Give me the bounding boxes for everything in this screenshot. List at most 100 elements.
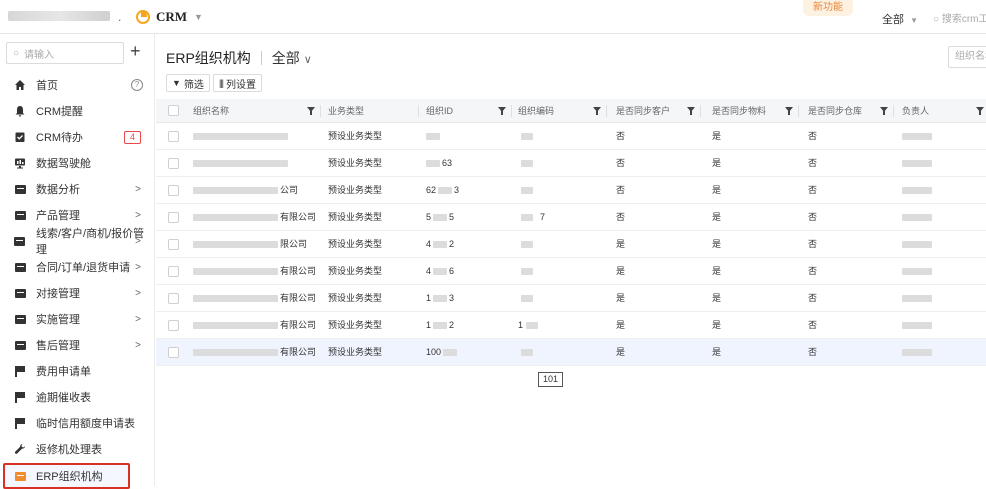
column-header-org-code[interactable]: 组织编码 xyxy=(518,99,554,123)
redacted-owner xyxy=(902,349,932,356)
brand-logo[interactable] xyxy=(8,11,110,21)
org-name-search-input[interactable]: 组织名称 xyxy=(948,46,986,68)
redacted-org-name xyxy=(193,295,278,302)
chevron-down-icon: ▼ xyxy=(910,16,918,25)
org-name-cell[interactable]: 限公司 xyxy=(280,231,307,258)
scope-label: 全部 xyxy=(882,14,904,26)
column-header-sync-customer[interactable]: 是否同步客户 xyxy=(616,99,670,123)
sidebar-item-expense-request[interactable]: 费用申请单 xyxy=(0,358,155,384)
sidebar-item-contracts-orders[interactable]: 合同/订单/退货申请 > xyxy=(0,254,155,280)
sidebar-item-label: 首页 xyxy=(36,80,58,92)
org-name-cell[interactable]: 公司 xyxy=(280,177,298,204)
row-checkbox[interactable] xyxy=(168,131,179,142)
column-header-biz-type[interactable]: 业务类型 xyxy=(328,99,364,123)
row-checkbox[interactable] xyxy=(168,212,179,223)
help-icon[interactable]: ? xyxy=(131,79,143,91)
sidebar-item-temp-credit[interactable]: 临时信用额度申请表 xyxy=(0,410,155,436)
org-name-cell[interactable]: 有限公司 xyxy=(280,258,316,285)
filter-icon[interactable] xyxy=(307,107,315,115)
sidebar-search-input[interactable]: ○ 请输入 xyxy=(6,42,124,64)
page-title: ERP组织机构 xyxy=(166,50,251,66)
table-row[interactable]: 有限公司 预设业务类型 5 5 7 否 是 否 xyxy=(156,204,986,231)
sidebar-item-label: 逾期催收表 xyxy=(36,392,91,404)
filter-icon[interactable] xyxy=(593,107,601,115)
row-checkbox[interactable] xyxy=(168,320,179,331)
row-checkbox[interactable] xyxy=(168,239,179,250)
column-header-org-name[interactable]: 组织名称 xyxy=(193,99,229,123)
table-row[interactable]: 预设业务类型 63 否 是 否 xyxy=(156,150,986,177)
redacted-owner xyxy=(902,322,932,329)
sidebar-item-label: 返修机处理表 xyxy=(36,444,102,456)
sidebar-item-overdue-collection[interactable]: 逾期催收表 xyxy=(0,384,155,410)
org-name-cell[interactable]: 有限公司 xyxy=(280,204,316,231)
brand-separator: . xyxy=(118,10,122,24)
sidebar-search-placeholder: 请输入 xyxy=(24,49,55,61)
row-checkbox[interactable] xyxy=(168,347,179,358)
sidebar-item-after-sales[interactable]: 售后管理 > xyxy=(0,332,155,358)
column-header-sync-material[interactable]: 是否同步物料 xyxy=(712,99,766,123)
sidebar-item-crm-todo[interactable]: CRM待办 4 xyxy=(0,124,155,150)
table-row[interactable]: 有限公司 预设业务类型 1 3 是 是 否 xyxy=(156,285,986,312)
redacted-org-name xyxy=(193,160,288,167)
column-header-sync-warehouse[interactable]: 是否同步仓库 xyxy=(808,99,862,123)
sidebar-item-home[interactable]: 首页 ? xyxy=(0,72,155,98)
filter-icon[interactable] xyxy=(976,107,984,115)
sync-warehouse-cell: 否 xyxy=(808,293,818,303)
table-row[interactable]: 限公司 预设业务类型 4 2 是 是 否 xyxy=(156,231,986,258)
sidebar-item-crm-reminder[interactable]: CRM提醒 xyxy=(0,98,155,124)
biz-type-cell: 预设业务类型 xyxy=(328,347,383,357)
filter-icon[interactable] xyxy=(880,107,888,115)
biz-type-cell: 预设业务类型 xyxy=(328,266,383,276)
redacted-org-code xyxy=(526,322,538,329)
biz-type-cell: 预设业务类型 xyxy=(328,158,383,168)
column-settings-button[interactable]: ||| 列设置 xyxy=(213,74,263,92)
sidebar-item-data-analysis[interactable]: 数据分析 > xyxy=(0,176,155,202)
redacted-org-code xyxy=(521,133,533,140)
filter-icon[interactable] xyxy=(498,107,506,115)
redacted-org-id xyxy=(443,349,457,356)
redacted-owner xyxy=(902,214,932,221)
app-switcher[interactable]: CRM ▼ xyxy=(136,6,203,28)
select-all-checkbox[interactable] xyxy=(168,105,179,116)
filter-icon[interactable] xyxy=(687,107,695,115)
global-search-input[interactable]: ○ 搜索crm工 xyxy=(933,10,986,25)
column-divider xyxy=(418,105,419,117)
table-row[interactable]: 公司 预设业务类型 62 3 否 是 否 xyxy=(156,177,986,204)
table-row[interactable]: 有限公司 预设业务类型 4 6 是 是 否 xyxy=(156,258,986,285)
row-checkbox[interactable] xyxy=(168,158,179,169)
sidebar: ○ 请输入 + 首页 ? CRM提醒 CRM待办 4 数据驾驶舱 数据分析 > … xyxy=(0,34,155,489)
org-name-cell[interactable]: 有限公司 xyxy=(280,339,316,366)
org-id-prefix: 4 xyxy=(426,239,432,249)
column-header-org-id[interactable]: 组织ID xyxy=(426,99,453,123)
scope-select[interactable]: 全部 ▼ xyxy=(882,11,918,27)
table-row[interactable]: 预设业务类型 否 是 否 xyxy=(156,123,986,150)
add-menu-button[interactable]: + xyxy=(130,40,141,62)
filter-button[interactable]: ▼ 筛选 xyxy=(166,74,210,92)
row-checkbox[interactable] xyxy=(168,185,179,196)
sidebar-item-integration[interactable]: 对接管理 > xyxy=(0,280,155,306)
table-row[interactable]: 有限公司 预设业务类型 1 2 1 是 是 否 xyxy=(156,312,986,339)
sidebar-item-label: 数据分析 xyxy=(36,184,80,196)
redacted-owner xyxy=(902,187,932,194)
sync-customer-cell: 否 xyxy=(616,158,626,168)
org-name-cell[interactable]: 有限公司 xyxy=(280,285,316,312)
new-feature-badge[interactable]: 新功能 xyxy=(803,0,853,16)
redacted-org-id xyxy=(426,133,440,140)
table-row[interactable]: 有限公司 预设业务类型 100 是 是 否 xyxy=(156,339,986,366)
filter-icon[interactable] xyxy=(785,107,793,115)
sidebar-item-repair-handling[interactable]: 返修机处理表 xyxy=(0,436,155,462)
biz-type-cell: 预设业务类型 xyxy=(328,131,383,141)
sidebar-item-implementation[interactable]: 实施管理 > xyxy=(0,306,155,332)
org-name-cell[interactable]: 有限公司 xyxy=(280,312,316,339)
row-checkbox[interactable] xyxy=(168,293,179,304)
sync-customer-cell: 是 xyxy=(616,293,626,303)
sidebar-item-erp-org[interactable]: ERP组织机构 xyxy=(3,463,130,489)
sidebar-item-data-cockpit[interactable]: 数据驾驶舱 xyxy=(0,150,155,176)
sync-material-cell: 是 xyxy=(712,212,722,222)
column-header-owner[interactable]: 负责人 xyxy=(902,99,929,123)
view-select[interactable]: 全部 ∨ xyxy=(272,48,312,68)
sidebar-item-leads-customers[interactable]: 线索/客户/商机/报价管理 > xyxy=(0,228,155,256)
row-checkbox[interactable] xyxy=(168,266,179,277)
redacted-owner xyxy=(902,241,932,248)
wrench-icon xyxy=(14,443,26,455)
